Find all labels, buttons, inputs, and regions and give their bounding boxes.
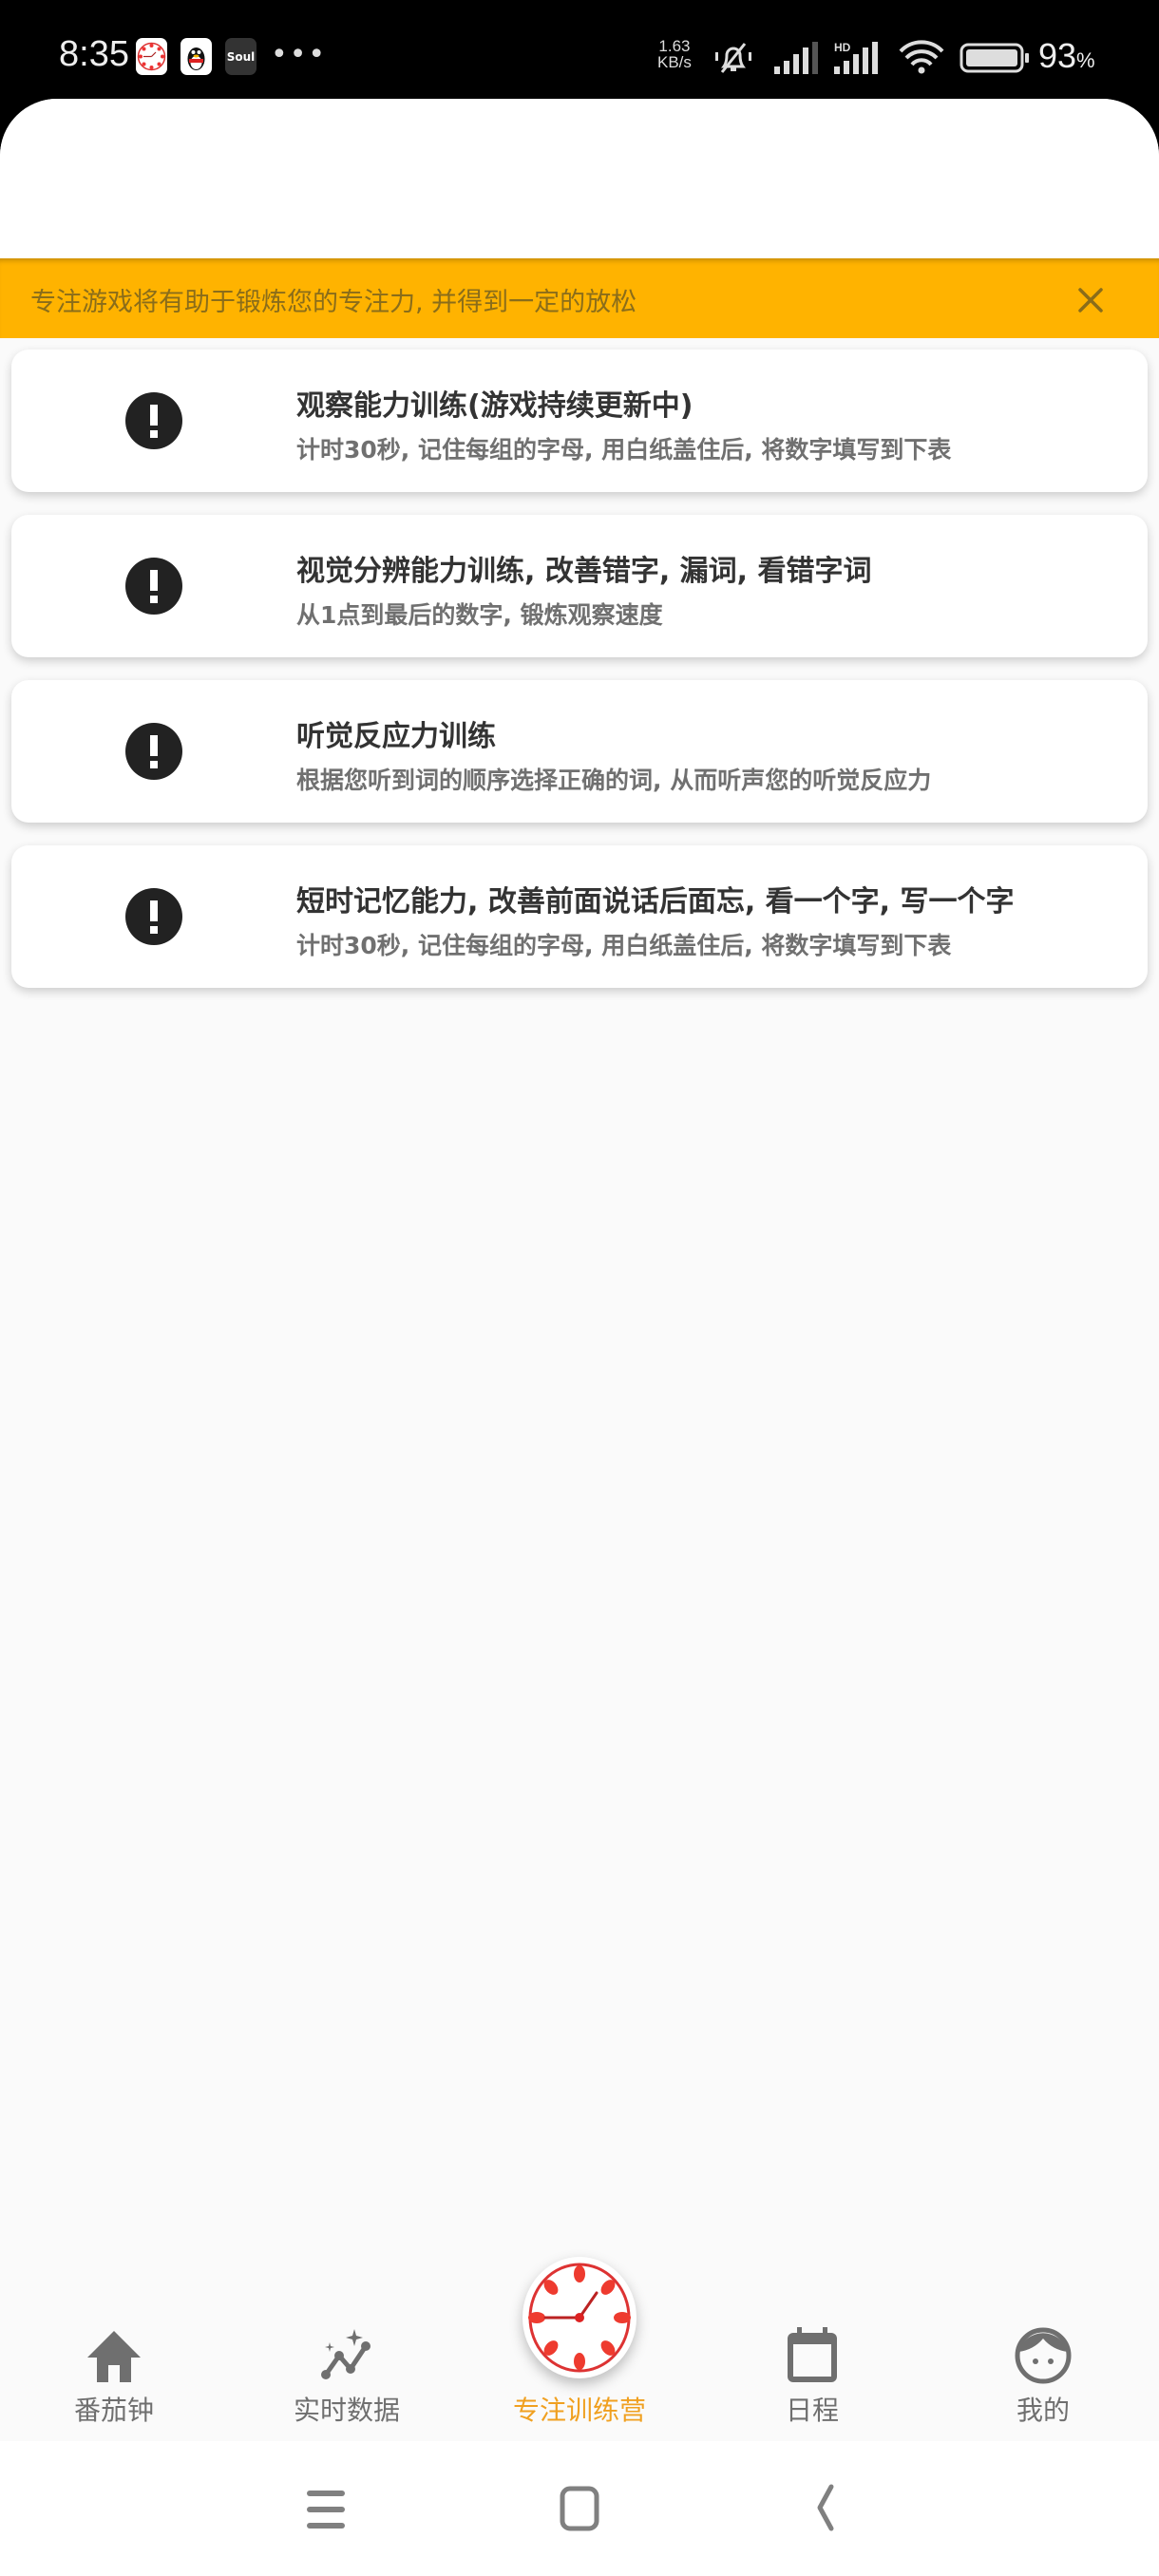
alert-circle-icon: [125, 888, 182, 945]
signal-sim1-icon: [772, 40, 822, 80]
calendar-icon: [784, 2327, 841, 2384]
card-subtitle: 计时30秒, 记住每组的字母, 用白纸盖住后, 将数字填写到下表: [296, 932, 952, 959]
battery-percent: 93%: [1038, 36, 1095, 76]
qq-app-icon: [180, 38, 212, 75]
battery-icon: [960, 40, 1032, 80]
recents-icon: [307, 2491, 345, 2529]
app-window: 专注游戏将有助于锻炼您的专注力, 并得到一定的放松 观察能力训练(游戏持续更新中…: [0, 99, 1159, 2441]
training-card-memory[interactable]: 短时记忆能力, 改善前面说话后面忘, 看一个字, 写一个字 计时30秒, 记住每…: [11, 845, 1148, 988]
close-icon: [1078, 288, 1103, 313]
nav-label: 实时数据: [293, 2395, 400, 2426]
card-title: 观察能力训练(游戏持续更新中): [296, 389, 694, 423]
alert-circle-icon: [125, 723, 182, 780]
card-subtitle: 根据您听到词的顺序选择正确的词, 从而听声您的听觉反应力: [296, 767, 932, 794]
nav-tab-schedule[interactable]: 日程: [717, 2251, 907, 2441]
soul-app-icon: Soul: [225, 38, 256, 75]
tomato-clock-icon[interactable]: [522, 2257, 636, 2378]
svg-text:HD: HD: [834, 41, 851, 54]
alert-circle-icon: [125, 392, 182, 449]
card-title: 短时记忆能力, 改善前面说话后面忘, 看一个字, 写一个字: [296, 885, 1015, 919]
tip-banner: 专注游戏将有助于锻炼您的专注力, 并得到一定的放松: [0, 258, 1159, 338]
training-card-visual[interactable]: 视觉分辨能力训练, 改善错字, 漏词, 看错字词 从1点到最后的数字, 锻炼观察…: [11, 515, 1148, 657]
close-banner-button[interactable]: [1072, 281, 1110, 319]
back-icon: [817, 2484, 834, 2531]
nav-tab-pomodoro[interactable]: 番茄钟: [19, 2251, 209, 2441]
home-button[interactable]: [551, 2483, 608, 2536]
network-speed-unit: KB/s: [657, 53, 692, 71]
wifi-icon: [897, 40, 946, 80]
status-bar: 8:35 Soul ••• 1.63 KB/s HD 93%: [0, 0, 1159, 104]
pomodoro-clock-app-icon: [136, 38, 167, 75]
nav-tab-me[interactable]: 我的: [948, 2251, 1138, 2441]
nav-label: 番茄钟: [73, 2395, 154, 2426]
more-notifications-icon: •••: [271, 38, 328, 71]
clock-time: 8:35: [59, 34, 129, 74]
training-card-observation[interactable]: 观察能力训练(游戏持续更新中) 计时30秒, 记住每组的字母, 用白纸盖住后, …: [11, 350, 1148, 492]
signal-sim2-hd-icon: HD: [832, 40, 885, 80]
card-title: 视觉分辨能力训练, 改善错字, 漏词, 看错字词: [296, 555, 872, 588]
nav-label: 我的: [1016, 2395, 1070, 2426]
card-subtitle: 计时30秒, 记住每组的字母, 用白纸盖住后, 将数字填写到下表: [296, 436, 952, 464]
bottom-nav: 番茄钟 实时数据 专注训练营 日程 我的: [0, 2251, 1159, 2441]
card-subtitle: 从1点到最后的数字, 锻炼观察速度: [296, 601, 663, 629]
home-icon: [86, 2327, 142, 2384]
battery-percent-suffix: %: [1076, 48, 1095, 72]
nav-label: 日程: [785, 2395, 839, 2426]
training-card-auditory[interactable]: 听觉反应力训练 根据您听到词的顺序选择正确的词, 从而听声您的听觉反应力: [11, 680, 1148, 823]
sparkle-chart-icon: [318, 2327, 375, 2384]
alert-circle-icon: [125, 558, 182, 615]
tip-banner-text: 专注游戏将有助于锻炼您的专注力, 并得到一定的放松: [30, 288, 637, 317]
recents-button[interactable]: [297, 2483, 354, 2536]
nav-tab-realtime-data[interactable]: 实时数据: [252, 2251, 442, 2441]
training-list: 观察能力训练(游戏持续更新中) 计时30秒, 记住每组的字母, 用白纸盖住后, …: [11, 350, 1148, 1011]
card-title: 听觉反应力训练: [296, 720, 496, 753]
app-header: [0, 99, 1159, 258]
nav-label: 专注训练营: [512, 2395, 646, 2426]
network-speed: 1.63 KB/s: [657, 38, 692, 70]
system-navigation-bar: [0, 2441, 1159, 2576]
battery-percent-value: 93: [1038, 36, 1077, 75]
home-square-icon: [560, 2486, 599, 2531]
face-icon: [1015, 2327, 1072, 2384]
silent-bell-icon: [712, 40, 754, 80]
network-speed-value: 1.63: [658, 37, 691, 55]
back-button[interactable]: [803, 2483, 860, 2536]
